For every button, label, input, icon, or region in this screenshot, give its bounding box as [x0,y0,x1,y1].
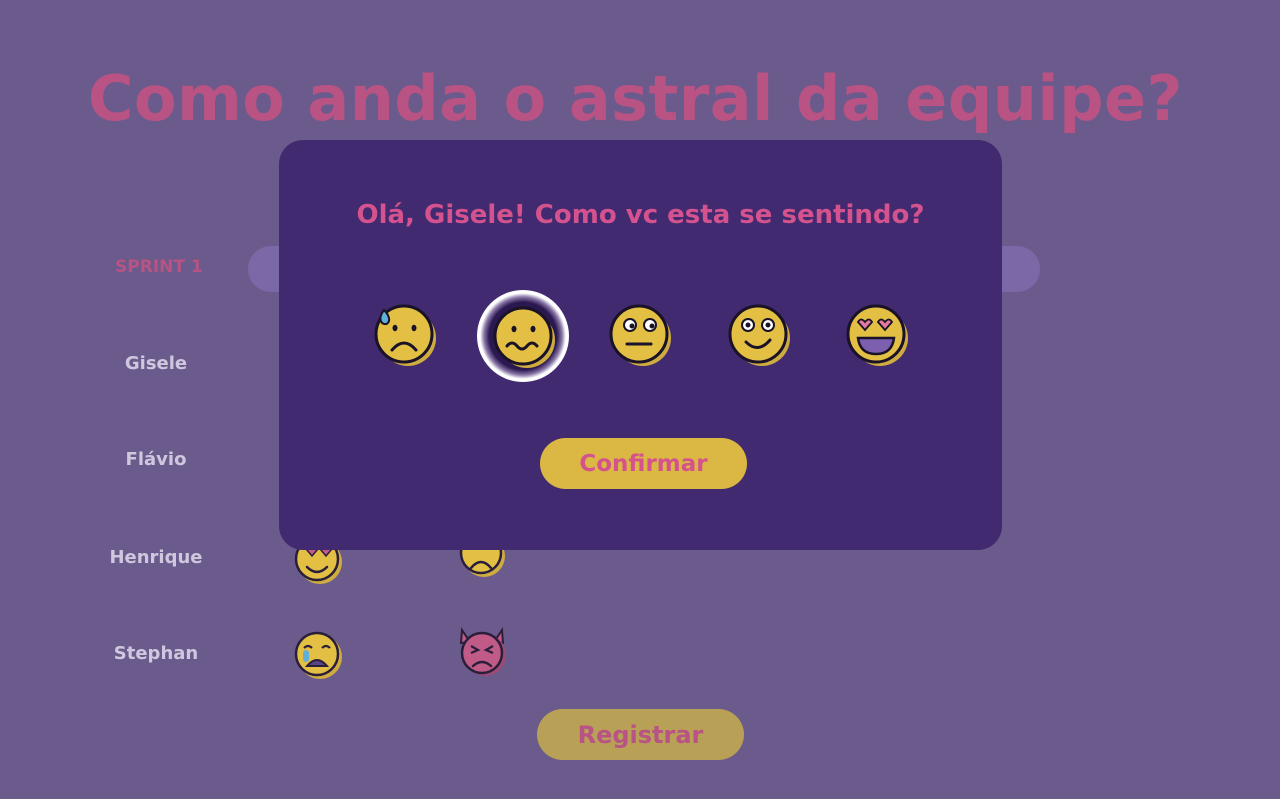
register-button[interactable]: Registrar [537,709,744,760]
member-name-henrique: Henrique [109,547,203,568]
page: Como anda o astral da equipe? SPRINT 1 G… [0,0,1280,799]
modal-question: Olá, Gisele! Como vc esta se sentindo? [356,200,925,230]
crying-emoji-icon [294,631,342,679]
angry-devil-emoji-icon [459,627,506,676]
confused-emoji-icon [493,306,555,368]
neutral-emoji-icon [609,304,671,366]
mood-option-heart-eyes[interactable] [840,298,912,370]
sweating-sad-emoji-icon [374,304,436,366]
smiling-emoji-icon [728,304,790,366]
sprint-label: SPRINT 1 [115,257,203,277]
page-title: Como anda o astral da equipe? [88,62,1183,135]
member-name-stephan: Stephan [113,643,199,664]
stephan-mood-angry-devil [457,626,509,682]
confirm-button[interactable]: Confirmar [540,438,747,489]
heart-eyes-emoji-icon [846,304,908,366]
member-name-flavio: Flávio [125,449,187,470]
mood-option-neutral[interactable] [603,298,675,370]
mood-option-sweating-sad[interactable] [368,298,440,370]
mood-option-smiling[interactable] [722,298,794,370]
mood-option-confused[interactable] [477,290,569,382]
mood-modal: Olá, Gisele! Como vc esta se sentindo? C… [279,140,1002,550]
stephan-mood-crying [292,630,346,684]
member-name-gisele: Gisele [124,353,188,374]
